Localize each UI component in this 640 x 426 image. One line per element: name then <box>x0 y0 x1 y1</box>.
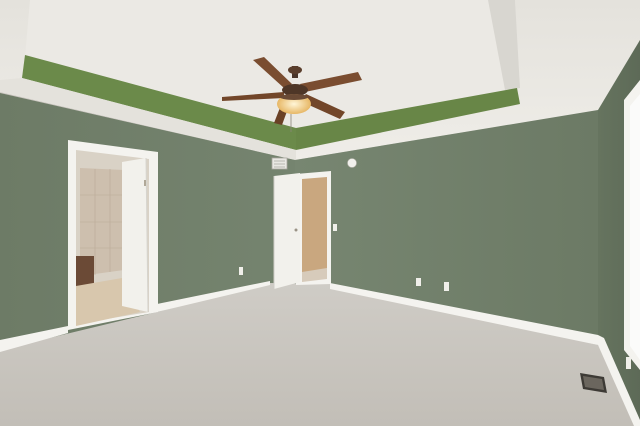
window <box>624 80 640 370</box>
light-switch <box>333 224 337 231</box>
door-knob <box>294 228 298 232</box>
air-vent-icon <box>271 157 288 170</box>
door-hinge <box>144 180 146 186</box>
bathroom-vanity <box>76 256 94 286</box>
closet-doorway <box>273 171 331 289</box>
smoke-detector-icon <box>347 158 357 168</box>
room-illustration <box>0 0 640 426</box>
bathroom-doorway <box>68 140 158 330</box>
hall-wall <box>302 177 327 278</box>
bedroom-photo <box>0 0 640 426</box>
